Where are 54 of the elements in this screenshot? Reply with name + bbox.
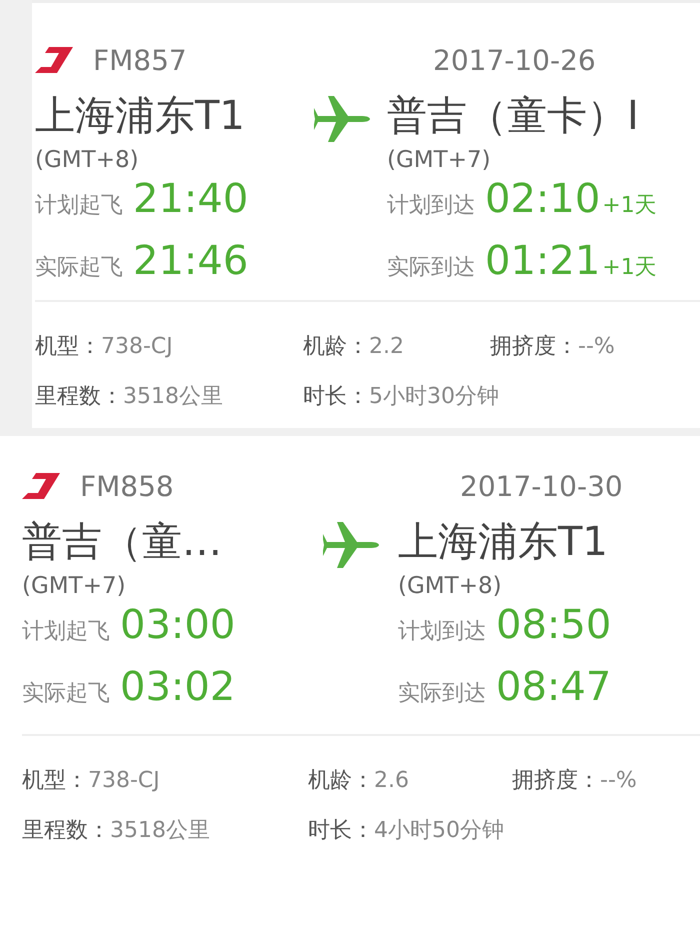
time-label: 实际起飞	[22, 680, 110, 708]
detail-label: 拥挤度：	[490, 334, 578, 359]
flight-number: FM857	[93, 44, 188, 76]
flight-time: 02:10	[485, 176, 600, 222]
detail-label: 机型：	[35, 334, 101, 359]
detail-value: --%	[578, 334, 615, 359]
flight-time: 08:50	[496, 602, 612, 648]
time-label: 计划起飞	[22, 618, 110, 646]
detail-value: 2.2	[369, 334, 404, 359]
detail-value: 4小时50分钟	[374, 818, 504, 843]
flight-number: FM858	[80, 470, 175, 502]
detail-value: 5小时30分钟	[369, 384, 499, 409]
time-label: 实际起飞	[35, 254, 123, 282]
detail-value: 738-CJ	[88, 768, 160, 793]
flight-date: 2017-10-26	[433, 44, 596, 76]
detail-value: 738-CJ	[101, 334, 173, 359]
timezone: (GMT+7)	[22, 572, 127, 601]
day-offset: +1天	[602, 192, 657, 220]
detail-value: 3518公里	[110, 818, 210, 843]
airline-logo-icon	[22, 473, 60, 499]
timezone: (GMT+8)	[398, 572, 503, 601]
time-label: 计划到达	[398, 618, 486, 646]
flight-time: 01:21	[485, 238, 600, 284]
time-label: 实际到达	[398, 680, 486, 708]
detail-label: 机龄：	[308, 768, 374, 793]
detail-label: 时长：	[303, 384, 369, 409]
flight-time: 08:47	[496, 664, 612, 710]
detail-label: 里程数：	[22, 818, 110, 843]
airline-logo-icon	[35, 47, 73, 73]
flight-time: 03:00	[120, 602, 236, 648]
airport-name: 普吉（童…	[22, 518, 223, 567]
detail-value: 3518公里	[123, 384, 223, 409]
timezone: (GMT+8)	[35, 146, 140, 175]
detail-label: 拥挤度：	[512, 768, 600, 793]
flight-time: 03:02	[120, 664, 236, 710]
airplane-icon	[314, 94, 370, 144]
time-label: 计划到达	[387, 192, 475, 220]
flight-date: 2017-10-30	[460, 470, 623, 502]
day-offset: +1天	[602, 254, 657, 282]
time-label: 实际到达	[387, 254, 475, 282]
airport-name: 上海浦东T1	[398, 518, 609, 567]
detail-label: 机型：	[22, 768, 88, 793]
airport-name: 普吉（童卡）I	[387, 92, 640, 141]
detail-label: 时长：	[308, 818, 374, 843]
flight-time: 21:46	[133, 238, 248, 284]
detail-value: 2.6	[374, 768, 409, 793]
detail-label: 里程数：	[35, 384, 123, 409]
timezone: (GMT+7)	[387, 146, 492, 175]
time-label: 计划起飞	[35, 192, 123, 220]
detail-label: 机龄：	[303, 334, 369, 359]
airport-name: 上海浦东T1	[35, 92, 246, 141]
airplane-icon	[323, 520, 379, 570]
detail-value: --%	[600, 768, 637, 793]
flight-time: 21:40	[133, 176, 248, 222]
